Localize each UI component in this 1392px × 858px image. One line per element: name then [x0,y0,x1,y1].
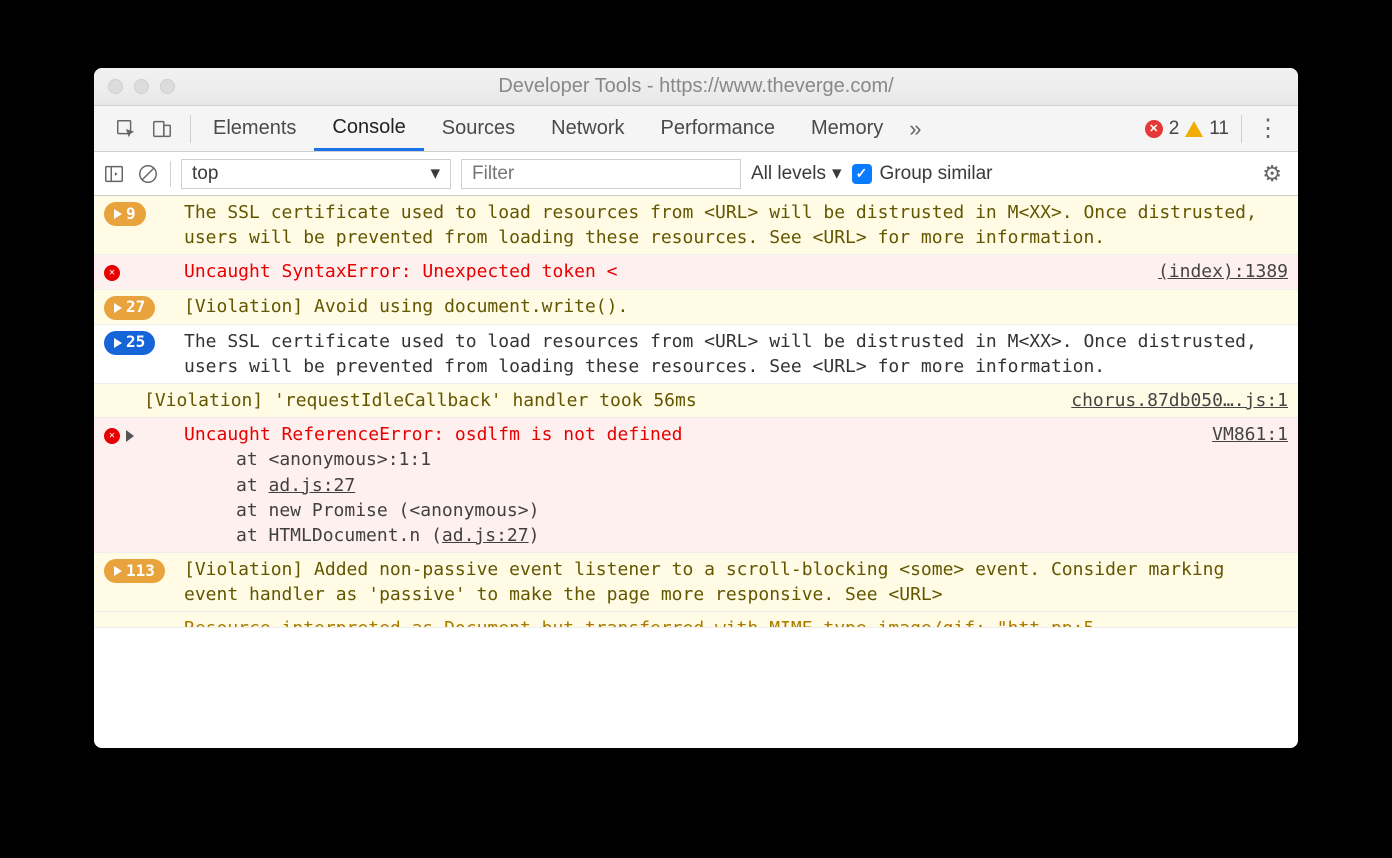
log-level-selector[interactable]: All levels ▾ [751,162,842,185]
group-count-pill[interactable]: 27 [104,296,155,320]
source-link[interactable]: VM861:1 [1192,422,1288,548]
source-link[interactable]: (index):1389 [1138,259,1288,284]
error-icon [1145,120,1163,138]
traffic-lights [108,79,175,94]
console-row[interactable]: Uncaught ReferenceError: osdlfm is not d… [94,418,1298,553]
minimize-window-button[interactable] [134,79,149,94]
row-gutter [104,616,184,627]
row-gutter [104,388,144,413]
tab-elements[interactable]: Elements [195,106,314,151]
console-row[interactable]: 9 The SSL certificate used to load resour… [94,196,1298,255]
inspect-element-icon[interactable] [114,117,138,141]
chevron-down-icon: ▾ [832,162,842,185]
error-warning-summary[interactable]: 2 11 [1137,118,1237,140]
console-row[interactable]: Uncaught SyntaxError: Unexpected token <… [94,255,1298,289]
context-selector[interactable]: top ▾ [181,159,451,189]
context-value: top [192,163,218,185]
window-title: Developer Tools - https://www.theverge.c… [94,75,1298,98]
panel-tabs: ElementsConsoleSourcesNetworkPerformance… [94,106,1298,152]
error-icon [104,428,120,444]
console-log-area: 9 The SSL certificate used to load resour… [94,196,1298,748]
warning-icon [1185,121,1203,137]
console-row[interactable]: [Violation] 'requestIdleCallback' handle… [94,384,1298,418]
tab-performance[interactable]: Performance [643,106,794,151]
tab-memory[interactable]: Memory [793,106,901,151]
row-message: [Violation] Added non-passive event list… [184,557,1288,607]
row-message: Uncaught SyntaxError: Unexpected token < [184,259,1138,284]
group-similar-label: Group similar [880,163,993,185]
row-gutter: 25 [104,329,184,379]
row-gutter: 27 [104,294,184,320]
checkbox-checked-icon [852,164,872,184]
console-row[interactable]: 25 The SSL certificate used to load resou… [94,325,1298,384]
row-message: The SSL certificate used to load resourc… [184,200,1288,250]
clear-console-icon[interactable] [136,162,160,186]
row-message: [Violation] Avoid using document.write()… [184,294,1288,320]
chevron-down-icon: ▾ [430,162,440,185]
row-gutter: 113 [104,557,184,607]
row-message: Uncaught ReferenceError: osdlfm is not d… [184,422,1192,548]
close-window-button[interactable] [108,79,123,94]
console-row[interactable]: Resource interpreted as Document but tra… [94,612,1298,628]
tab-sources[interactable]: Sources [424,106,533,151]
console-row[interactable]: 113 [Violation] Added non-passive event l… [94,553,1298,612]
tab-network[interactable]: Network [533,106,642,151]
row-message: The SSL certificate used to load resourc… [184,329,1288,379]
group-similar-checkbox[interactable]: Group similar [852,163,993,185]
expand-arrow-icon[interactable] [126,430,134,442]
device-toolbar-icon[interactable] [150,117,174,141]
more-options-icon[interactable]: ⋮ [1246,114,1290,143]
toggle-sidebar-icon[interactable] [102,162,126,186]
group-count-pill[interactable]: 9 [104,202,146,226]
console-settings-icon[interactable]: ⚙ [1254,161,1290,187]
window-titlebar: Developer Tools - https://www.theverge.c… [94,68,1298,106]
row-gutter: 9 [104,200,184,250]
row-gutter [104,259,184,284]
row-message: [Violation] 'requestIdleCallback' handle… [144,388,1051,413]
warning-count: 11 [1209,118,1229,140]
row-message: Resource interpreted as Document but tra… [184,616,1288,627]
error-count: 2 [1169,118,1180,140]
group-count-pill[interactable]: 25 [104,331,155,355]
devtools-window: Developer Tools - https://www.theverge.c… [94,68,1298,748]
more-tabs-icon[interactable]: » [901,116,929,142]
error-icon [104,265,120,281]
source-link[interactable]: chorus.87db050….js:1 [1051,388,1288,413]
group-count-pill[interactable]: 113 [104,559,165,583]
tab-console[interactable]: Console [314,106,423,151]
row-gutter [104,422,184,548]
filter-input[interactable] [461,159,741,189]
log-level-value: All levels [751,163,826,185]
console-row[interactable]: 27 [Violation] Avoid using document.write… [94,290,1298,325]
zoom-window-button[interactable] [160,79,175,94]
console-toolbar: top ▾ All levels ▾ Group similar ⚙ [94,152,1298,196]
